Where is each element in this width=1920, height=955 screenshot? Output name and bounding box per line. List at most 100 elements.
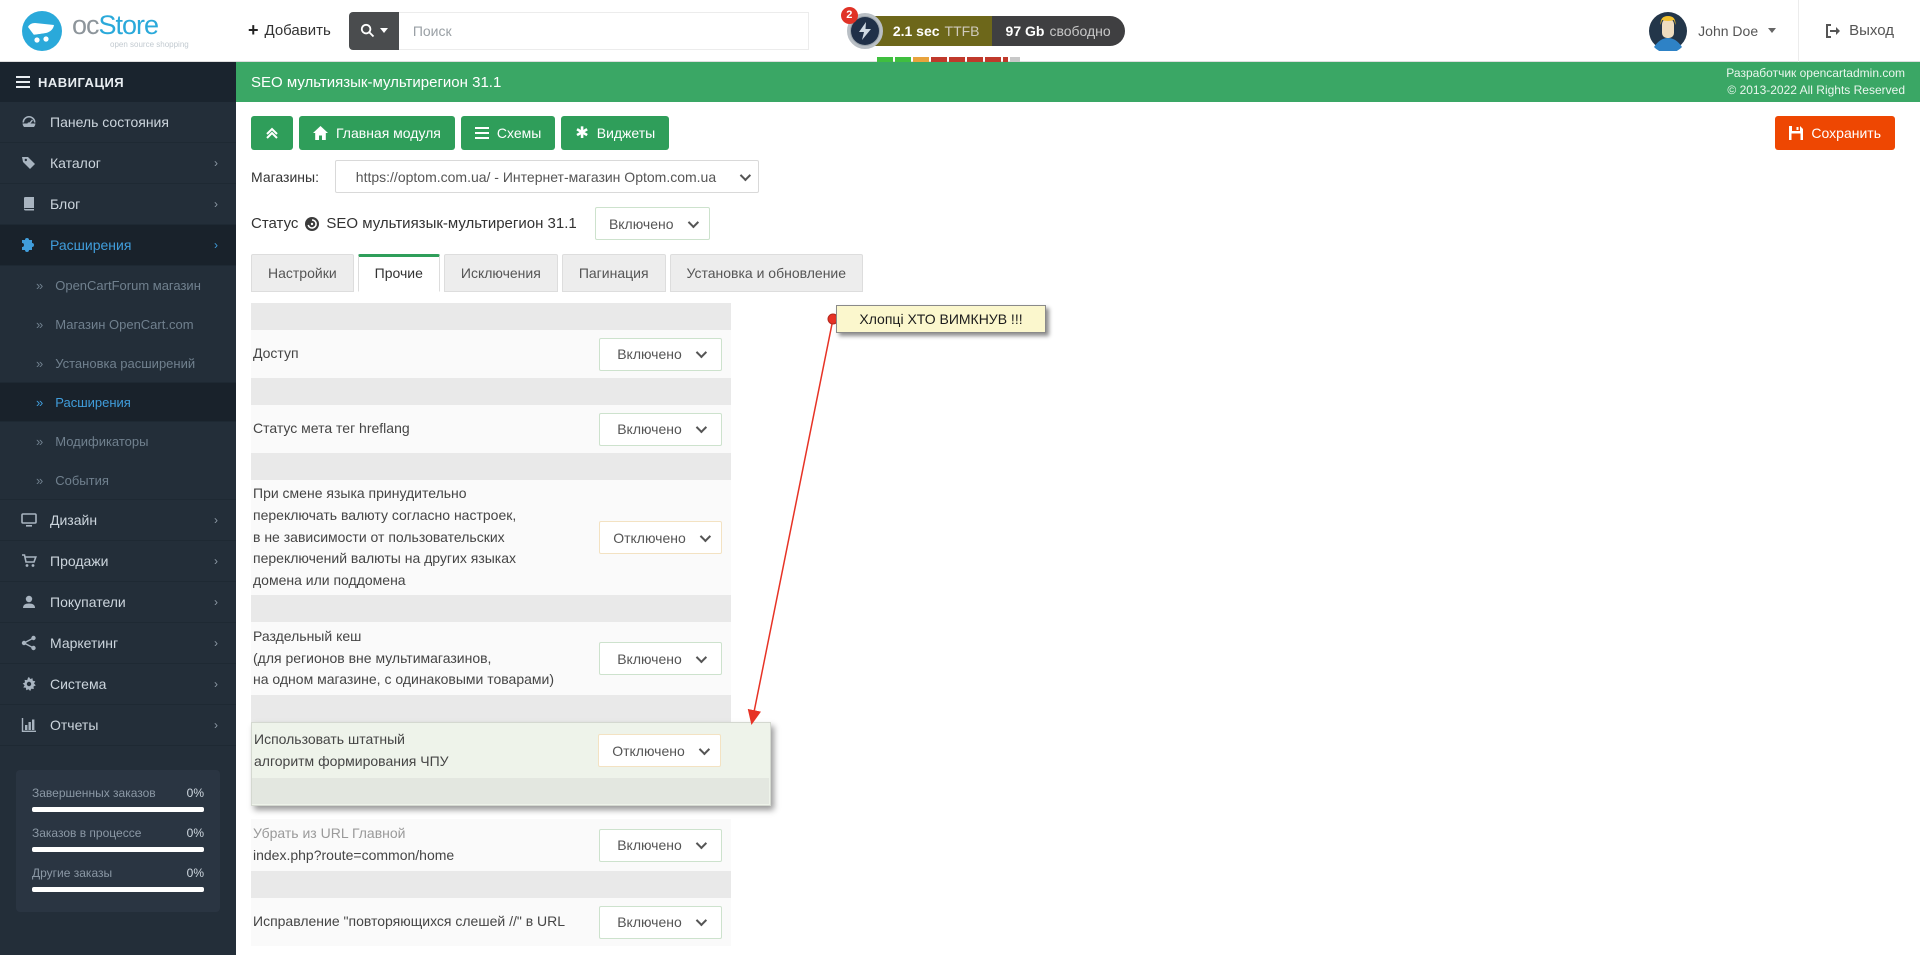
sidebar-subitem-modifications[interactable]: » Модификаторы bbox=[0, 422, 236, 461]
sidebar-item-blog[interactable]: Блог › bbox=[0, 184, 236, 225]
sidebar-subitem-opencart-store[interactable]: » Магазин OpenCart.com bbox=[0, 305, 236, 344]
chevron-down-icon bbox=[695, 914, 707, 927]
progress-bar bbox=[32, 807, 204, 812]
form-row-double-slash: Исправление "повторяющихся слешей //" в … bbox=[251, 898, 731, 946]
currency-switch-select[interactable]: Отключено bbox=[599, 521, 722, 554]
puzzle-icon bbox=[20, 237, 38, 253]
add-button[interactable]: + Добавить bbox=[248, 20, 331, 41]
save-button[interactable]: Сохранить bbox=[1775, 116, 1895, 150]
chevron-down-icon bbox=[739, 169, 752, 181]
collapse-button[interactable] bbox=[251, 116, 293, 150]
performance-widget[interactable]: 2 2.1 sec TTFB 97 Gb свободно bbox=[840, 6, 1125, 62]
module-home-button[interactable]: Главная модуля bbox=[299, 116, 455, 150]
double-slash-select[interactable]: Включено bbox=[599, 905, 722, 939]
sidebar-item-customers[interactable]: Покупатели › bbox=[0, 582, 236, 623]
ocstore-cart-icon bbox=[22, 10, 62, 51]
chevron-down-icon bbox=[699, 530, 711, 542]
user-name: John Doe bbox=[1698, 22, 1759, 39]
sidebar-nav-title: НАВИГАЦИЯ bbox=[0, 62, 236, 102]
sidebar-item-design[interactable]: Дизайн › bbox=[0, 500, 236, 541]
logout-button[interactable]: Выход bbox=[1799, 22, 1920, 39]
status-label: Статус bbox=[251, 215, 299, 232]
stat-value: 0% bbox=[186, 826, 204, 840]
cart-icon bbox=[20, 553, 38, 569]
status-row: Статус SEO мультиязык-мультирегион 31.1 … bbox=[251, 207, 1920, 240]
toolbar: Главная модуля Схемы ✱ Виджеты Сохранить bbox=[236, 102, 1920, 150]
sidebar-subitem-installer[interactable]: » Установка расширений bbox=[0, 344, 236, 383]
stat-value: 0% bbox=[186, 786, 204, 800]
divider bbox=[251, 695, 731, 722]
chevron-down-icon bbox=[695, 837, 707, 850]
chevron-down-icon bbox=[695, 421, 707, 434]
tab-exceptions[interactable]: Исключения bbox=[443, 254, 558, 292]
progress-bar bbox=[32, 887, 204, 892]
form-row-hreflang: Статус мета тег hreflang Включено bbox=[251, 405, 731, 453]
chevron-right-icon: › bbox=[214, 718, 218, 732]
stat-other-orders: Другие заказы 0% bbox=[32, 866, 204, 892]
logout-label: Выход bbox=[1849, 22, 1894, 39]
chevron-right-icon: › bbox=[214, 513, 218, 527]
hreflang-select[interactable]: Включено bbox=[599, 412, 722, 446]
form-row-currency-switch: При смене языка принудительно переключат… bbox=[251, 480, 731, 595]
sidebar-item-reports[interactable]: Отчеты › bbox=[0, 705, 236, 746]
user-menu[interactable]: John Doe bbox=[1626, 11, 1798, 51]
home-url-select[interactable]: Включено bbox=[599, 828, 722, 862]
sidebar-item-extensions[interactable]: Расширения › bbox=[0, 225, 236, 266]
ocstore-logo[interactable]: ocStore open source shopping bbox=[0, 0, 236, 61]
sidebar-subitem-opencartforum[interactable]: » OpenCartForum магазин bbox=[0, 266, 236, 305]
search-button[interactable] bbox=[348, 11, 399, 50]
separate-cache-select[interactable]: Включено bbox=[599, 642, 722, 675]
page-header: SEO мультиязык-мультирегион 31.1 Разрабо… bbox=[236, 62, 1920, 102]
tab-settings[interactable]: Настройки bbox=[251, 254, 354, 292]
sidebar-item-dashboard[interactable]: Панель состояния bbox=[0, 102, 236, 143]
logo-oc: oc bbox=[72, 10, 100, 40]
sidebar-item-sales[interactable]: Продажи › bbox=[0, 541, 236, 582]
seo-algorithm-select[interactable]: Отключено bbox=[598, 734, 721, 767]
developer-credit: Разработчик opencartadmin.com bbox=[1726, 65, 1905, 80]
logo-store: Store bbox=[98, 10, 160, 40]
sidebar-subitem-extensions[interactable]: » Расширения bbox=[0, 383, 236, 422]
orders-stats-panel: Завершенных заказов 0% Заказов в процесс… bbox=[16, 770, 220, 912]
plus-icon: + bbox=[248, 20, 259, 40]
double-arrow-icon: » bbox=[36, 317, 44, 332]
notification-badge[interactable]: 2 bbox=[840, 6, 858, 24]
double-arrow-icon: » bbox=[36, 394, 44, 410]
page-title: SEO мультиязык-мультирегион 31.1 bbox=[251, 73, 502, 91]
chevron-right-icon: › bbox=[214, 197, 218, 211]
sidebar: НАВИГАЦИЯ Панель состояния Каталог › Бло… bbox=[0, 62, 236, 955]
hamburger-icon bbox=[16, 76, 30, 88]
double-arrow-icon: » bbox=[36, 434, 44, 449]
progress-bar bbox=[32, 847, 204, 852]
chevron-down-icon bbox=[698, 743, 710, 755]
search-input[interactable] bbox=[398, 11, 809, 50]
rights-credit: © 2013-2022 All Rights Reserved bbox=[1727, 83, 1905, 97]
sidebar-item-catalog[interactable]: Каталог › bbox=[0, 143, 236, 184]
stores-row: Магазины: https://optom.com.ua/ - Интерн… bbox=[251, 160, 1920, 193]
chevron-right-icon: › bbox=[214, 595, 218, 609]
tab-install-update[interactable]: Установка и обновление bbox=[669, 254, 864, 292]
tab-other[interactable]: Прочие bbox=[357, 254, 440, 292]
search-icon bbox=[360, 23, 374, 38]
sign-out-icon bbox=[1826, 23, 1841, 38]
sidebar-item-marketing[interactable]: Маркетинг › bbox=[0, 623, 236, 664]
ttfb-label: TTFB bbox=[944, 22, 980, 39]
sidebar-item-system[interactable]: Система › bbox=[0, 664, 236, 705]
stat-value: 0% bbox=[186, 866, 204, 880]
widgets-button[interactable]: ✱ Виджеты bbox=[561, 116, 670, 150]
access-select[interactable]: Включено bbox=[599, 337, 722, 371]
stat-completed-orders: Завершенных заказов 0% bbox=[32, 786, 204, 812]
gear-icon bbox=[20, 676, 38, 692]
tab-pagination[interactable]: Пагинация bbox=[561, 254, 666, 292]
stores-label: Магазины: bbox=[251, 168, 319, 185]
disk-value: 97 Gb bbox=[1005, 22, 1045, 39]
divider bbox=[251, 595, 731, 622]
schemes-button[interactable]: Схемы bbox=[460, 116, 556, 150]
double-arrow-icon: » bbox=[36, 472, 44, 488]
status-select[interactable]: Включено bbox=[594, 207, 710, 240]
divider bbox=[252, 778, 769, 804]
monitor-icon bbox=[20, 512, 38, 528]
avatar bbox=[1649, 11, 1688, 51]
disk-label: свободно bbox=[1049, 22, 1111, 39]
store-select[interactable]: https://optom.com.ua/ - Интернет-магазин… bbox=[334, 160, 759, 193]
sidebar-subitem-events[interactable]: » События bbox=[0, 461, 236, 500]
